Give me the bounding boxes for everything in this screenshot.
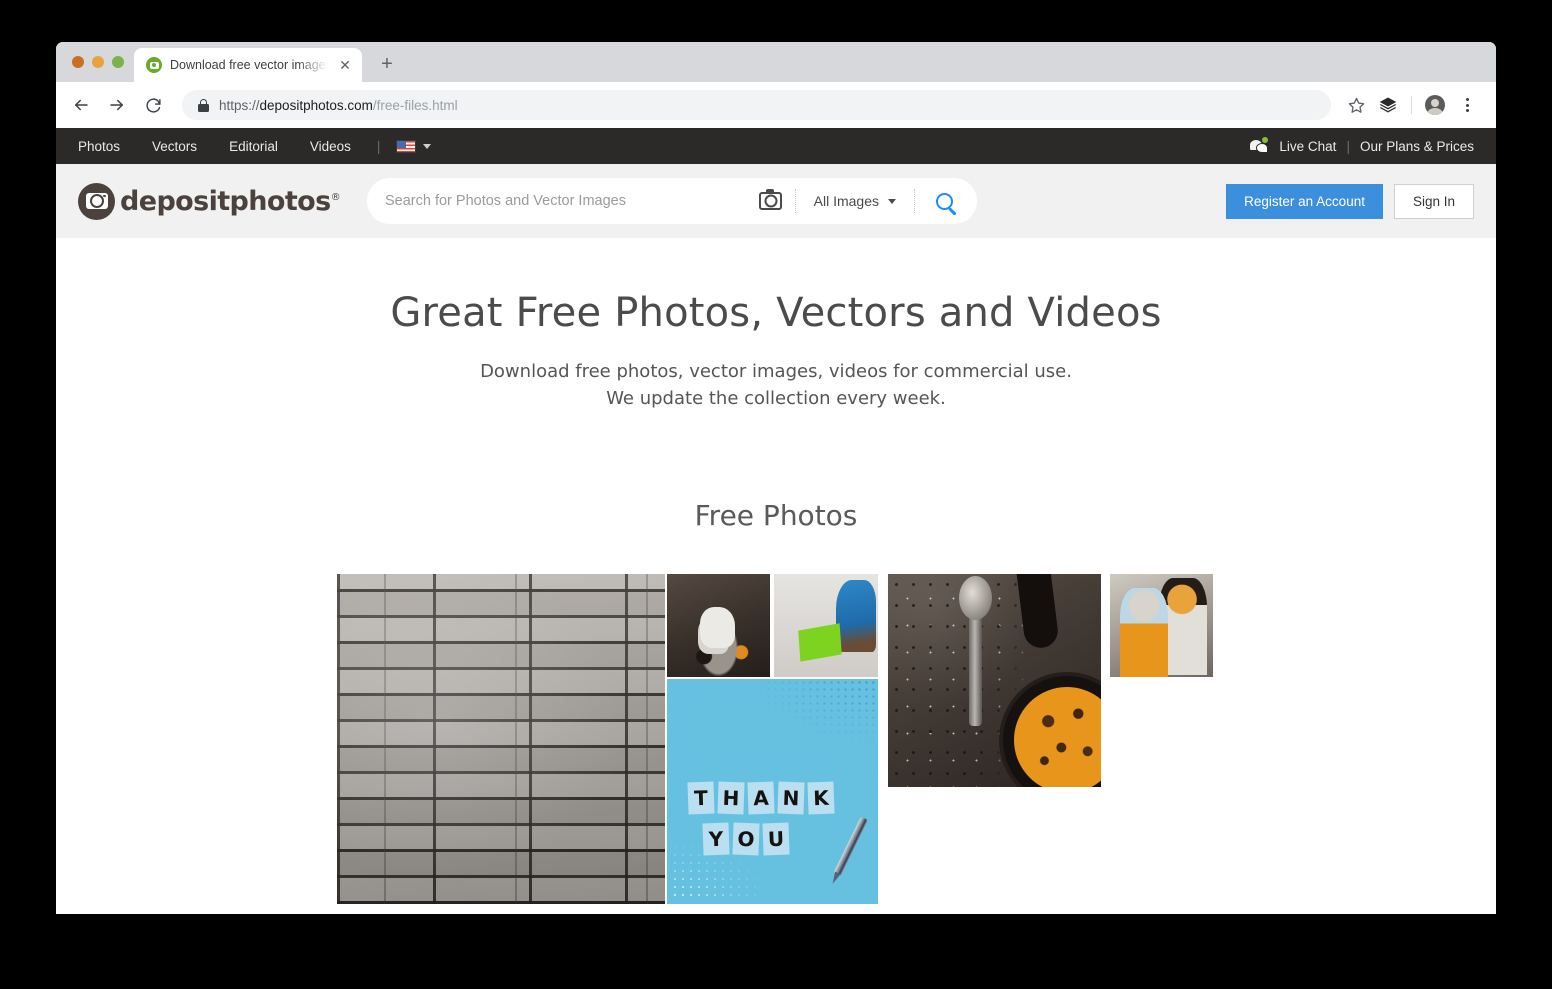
pen-icon	[833, 816, 868, 876]
thank-you-photo[interactable]: T H A N K Y O U	[667, 678, 878, 904]
hero-subtitle-line-2: We update the collection every week.	[606, 388, 946, 410]
hero-subtitle: Download free photos, vector images, vid…	[56, 358, 1496, 413]
search-divider-2	[913, 189, 915, 213]
layers-icon[interactable]	[1373, 90, 1403, 120]
topnav-right-separator: |	[1346, 138, 1350, 154]
thank-word-row-2: Y O U	[702, 822, 790, 856]
url-scheme: https://	[219, 97, 260, 113]
topnav-right: Live Chat | Our Plans & Prices	[1250, 137, 1474, 154]
browser-toolbar: https://depositphotos.com/free-files.htm…	[56, 82, 1496, 128]
stone-wall-photo[interactable]	[337, 573, 665, 904]
registered-mark: ®	[330, 191, 341, 203]
girl-paper-photo[interactable]	[774, 573, 878, 677]
new-tab-button[interactable]: +	[372, 49, 402, 79]
page-content: Photos Vectors Editorial Videos | Live C…	[56, 128, 1496, 914]
teapot-photo[interactable]	[667, 573, 770, 677]
thank-word-row-1: T H A N K	[687, 781, 835, 815]
back-arrow-icon[interactable]	[64, 88, 98, 122]
site-logo[interactable]: depositphotos®	[78, 182, 341, 220]
spoon-pan-photo[interactable]	[888, 573, 1101, 787]
search-divider-1	[794, 189, 796, 213]
maximize-window-button[interactable]	[112, 56, 124, 68]
topnav-links: Photos Vectors Editorial Videos |	[78, 138, 432, 154]
section-title-free-photos: Free Photos	[694, 498, 858, 532]
letter-tile: H	[717, 781, 745, 815]
camera-search-icon[interactable]	[749, 179, 793, 223]
camera-logo-icon	[78, 182, 115, 220]
tab-strip: Download free vector images a ✕ +	[56, 42, 1496, 82]
search-bar: All Images	[366, 178, 977, 224]
sign-in-button[interactable]: Sign In	[1393, 183, 1474, 219]
topnav-item-videos[interactable]: Videos	[294, 139, 367, 154]
window-traffic-lights	[68, 42, 134, 82]
letter-tile: T	[687, 781, 715, 815]
free-photos-gallery: T H A N K Y O U	[56, 573, 1496, 914]
depositphotos-favicon-icon	[146, 57, 162, 73]
browser-window: Download free vector images a ✕ + https:…	[56, 42, 1496, 914]
minimize-window-button[interactable]	[92, 56, 104, 68]
chevron-down-icon	[887, 198, 896, 204]
live-chat-icon	[1250, 137, 1270, 154]
logo-wordmark: depositphotos	[120, 185, 331, 217]
topnav-item-photos[interactable]: Photos	[78, 139, 136, 154]
address-bar[interactable]: https://depositphotos.com/free-files.htm…	[182, 90, 1331, 120]
close-window-button[interactable]	[72, 56, 84, 68]
kebab-menu-icon[interactable]	[1452, 90, 1482, 120]
topnav-item-vectors[interactable]: Vectors	[136, 139, 213, 154]
letter-tile: K	[807, 781, 835, 815]
url-path: /free-files.html	[372, 97, 458, 113]
halftone-dots-top	[751, 678, 878, 747]
avatar-icon[interactable]	[1420, 90, 1450, 120]
live-chat-link[interactable]: Live Chat	[1279, 139, 1336, 154]
language-selector[interactable]	[390, 139, 432, 153]
hero-section: Great Free Photos, Vectors and Videos Do…	[56, 238, 1496, 413]
close-icon[interactable]: ✕	[336, 56, 354, 74]
reload-icon[interactable]	[136, 88, 170, 122]
us-flag-icon	[396, 139, 417, 153]
hero-subtitle-line-1: Download free photos, vector images, vid…	[480, 361, 1072, 382]
letter-tile: U	[762, 822, 790, 856]
register-account-button[interactable]: Register an Account	[1226, 183, 1383, 219]
avatar	[1425, 95, 1445, 115]
letter-tile: N	[777, 781, 805, 815]
url-domain: depositphotos.com	[259, 97, 373, 113]
search-input[interactable]	[384, 193, 749, 209]
header-actions: Register an Account Sign In	[1226, 183, 1474, 219]
forward-arrow-icon[interactable]	[100, 88, 134, 122]
site-header: depositphotos® All Images Register an Ac…	[56, 164, 1496, 238]
letter-tile: Y	[702, 822, 730, 856]
chevron-down-icon	[423, 143, 432, 149]
image-type-filter[interactable]: All Images	[798, 193, 912, 209]
plans-prices-link[interactable]: Our Plans & Prices	[1360, 139, 1474, 154]
spoon	[958, 575, 992, 726]
lock-icon	[198, 98, 209, 112]
topnav-item-editorial[interactable]: Editorial	[213, 139, 294, 154]
couple-photo[interactable]	[1110, 573, 1213, 677]
site-topnav: Photos Vectors Editorial Videos | Live C…	[56, 128, 1496, 164]
url-text: https://depositphotos.com/free-files.htm…	[219, 98, 458, 113]
star-icon[interactable]	[1341, 90, 1371, 120]
logo-text: depositphotos®	[120, 185, 341, 217]
filter-label: All Images	[813, 193, 879, 209]
browser-tab[interactable]: Download free vector images a ✕	[134, 48, 362, 82]
toolbar-divider	[1411, 96, 1412, 114]
tab-title: Download free vector images a	[170, 58, 328, 72]
letter-tile: O	[732, 822, 760, 856]
topnav-separator: |	[376, 138, 381, 154]
letter-tile: A	[747, 781, 775, 815]
search-icon[interactable]	[917, 178, 973, 224]
page-title: Great Free Photos, Vectors and Videos	[390, 290, 1162, 336]
